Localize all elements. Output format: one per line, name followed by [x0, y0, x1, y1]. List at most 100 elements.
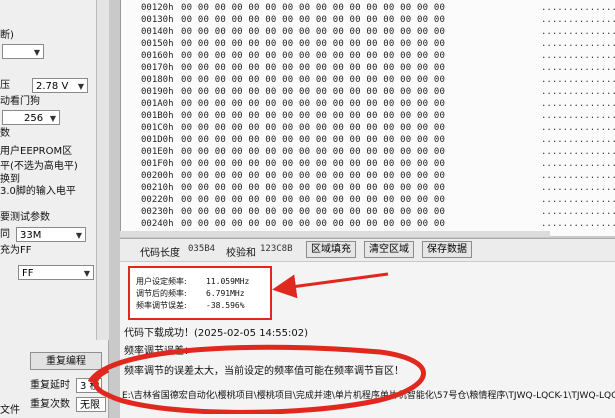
hex-row-bytes[interactable]: 00 00 00 00 00 00 00 00 00 00 00 00 00 0… — [181, 170, 445, 182]
hex-row[interactable]: 00170h 00 00 00 00 00 00 00 00 00 00 00 0… — [121, 62, 615, 74]
hex-row[interactable]: 001D0h 00 00 00 00 00 00 00 00 00 00 00 0… — [121, 134, 615, 146]
hex-row[interactable]: 00230h 00 00 00 00 00 00 00 00 00 00 00 0… — [121, 206, 615, 218]
hex-row-bytes[interactable]: 00 00 00 00 00 00 00 00 00 00 00 00 00 0… — [181, 122, 445, 134]
hex-row-address: 00220h — [141, 195, 174, 205]
hex-row-address: 001D0h — [141, 135, 174, 145]
hex-row-bytes[interactable]: 00 00 00 00 00 00 00 00 00 00 00 00 00 0… — [181, 194, 445, 206]
label-test-params: 要测试参数 — [0, 212, 50, 223]
repeat-delay-label: 重复延时 — [30, 380, 70, 391]
hex-row[interactable]: 001F0h 00 00 00 00 00 00 00 00 00 00 00 0… — [121, 158, 615, 170]
hex-row-bytes[interactable]: 00 00 00 00 00 00 00 00 00 00 00 00 00 0… — [181, 98, 445, 110]
hex-row-bytes[interactable]: 00 00 00 00 00 00 00 00 00 00 00 00 00 0… — [181, 14, 445, 26]
hex-row[interactable]: 00220h 00 00 00 00 00 00 00 00 00 00 00 0… — [121, 194, 615, 206]
hex-row-ascii: ................ — [541, 27, 615, 37]
frequency-select[interactable]: 33M ▼ — [16, 227, 86, 242]
hex-row-bytes[interactable]: 00 00 00 00 00 00 00 00 00 00 00 00 00 0… — [181, 182, 445, 194]
hex-row[interactable]: 00210h 00 00 00 00 00 00 00 00 00 00 00 0… — [121, 182, 615, 194]
hex-row-address: 00130h — [141, 15, 174, 25]
hex-row-address: 00150h — [141, 39, 174, 49]
hex-row-ascii: ................ — [541, 159, 615, 169]
hex-row[interactable]: 00200h 00 00 00 00 00 00 00 00 00 00 00 0… — [121, 170, 615, 182]
label-same: 同 — [0, 229, 10, 240]
hex-row-ascii: ................ — [541, 3, 615, 13]
watchdog-value: 256 — [24, 113, 44, 124]
label-input-level: 3.0脚的输入电平 — [0, 186, 76, 197]
hex-row-ascii: ................ — [541, 15, 615, 25]
fill-value: FF — [22, 268, 34, 279]
hex-row[interactable]: 001C0h 00 00 00 00 00 00 00 00 00 00 00 0… — [121, 122, 615, 134]
hex-row[interactable]: 00150h 00 00 00 00 00 00 00 00 00 00 00 0… — [121, 38, 615, 50]
hex-row-bytes[interactable]: 00 00 00 00 00 00 00 00 00 00 00 00 00 0… — [181, 38, 445, 50]
hex-row-ascii: ................ — [541, 75, 615, 85]
hex-row-ascii: ................ — [541, 195, 615, 205]
hex-row-bytes[interactable]: 00 00 00 00 00 00 00 00 00 00 00 00 00 0… — [181, 206, 445, 218]
label-disconnect: 断) — [0, 30, 14, 41]
left-scrollbar[interactable] — [96, 0, 109, 340]
voltage-select[interactable]: 2.78 V ▼ — [32, 78, 88, 93]
hex-row-bytes[interactable]: 00 00 00 00 00 00 00 00 00 00 00 00 00 0… — [181, 86, 445, 98]
hex-row-bytes[interactable]: 00 00 00 00 00 00 00 00 00 00 00 00 00 0… — [181, 218, 445, 230]
hex-row-bytes[interactable]: 00 00 00 00 00 00 00 00 00 00 00 00 00 0… — [181, 146, 445, 158]
code-length-value: 035B4 — [188, 244, 216, 254]
hex-row-bytes[interactable]: 00 00 00 00 00 00 00 00 00 00 00 00 00 0… — [181, 110, 445, 122]
hex-row-bytes[interactable]: 00 00 00 00 00 00 00 00 00 00 00 00 00 0… — [181, 2, 445, 14]
hex-row-ascii: ................ — [541, 171, 615, 181]
hex-row[interactable]: 00180h 00 00 00 00 00 00 00 00 00 00 00 0… — [121, 74, 615, 86]
clear-area-button[interactable]: 清空区域 — [364, 241, 414, 258]
voltage-value: 2.78 V — [36, 81, 69, 92]
checksum-value: 123C8B — [260, 244, 293, 254]
hex-row-address: 00140h — [141, 27, 174, 37]
label-number: 数 — [0, 128, 10, 139]
download-success-message: 代码下载成功！(2025-02-05 14:55:02) — [124, 328, 309, 339]
hex-row[interactable]: 001A0h 00 00 00 00 00 00 00 00 00 00 00 0… — [121, 98, 615, 110]
user-freq-label: 用户设定频率: — [136, 277, 187, 286]
user-freq-value: 11.059MHz — [206, 277, 250, 286]
hex-row-bytes[interactable]: 00 00 00 00 00 00 00 00 00 00 00 00 00 0… — [181, 74, 445, 86]
hex-row[interactable]: 001E0h 00 00 00 00 00 00 00 00 00 00 00 0… — [121, 146, 615, 158]
label-replace: 换到 — [0, 174, 20, 185]
hex-row-ascii: ................ — [541, 39, 615, 49]
hex-row-address: 001C0h — [141, 123, 174, 133]
hex-row-address: 00120h — [141, 3, 174, 13]
chevron-down-icon: ▼ — [33, 48, 40, 57]
hex-row[interactable]: 00190h 00 00 00 00 00 00 00 00 00 00 00 0… — [121, 86, 615, 98]
frequency-value: 33M — [20, 230, 42, 241]
buffer-toolbar: 代码长度 035B4 校验和 123C8B 区域填充 清空区域 保存数据 — [120, 238, 615, 261]
hex-row-address: 001B0h — [141, 111, 174, 121]
watchdog-select[interactable]: 256 ▼ — [2, 110, 60, 125]
hex-row[interactable]: 00130h 00 00 00 00 00 00 00 00 00 00 00 0… — [121, 14, 615, 26]
hex-row-address: 00160h — [141, 51, 174, 61]
repeat-count-label: 重复次数 — [30, 399, 70, 410]
hex-row-address: 00240h — [141, 219, 174, 229]
hex-row-ascii: ................ — [541, 111, 615, 121]
hex-row[interactable]: 001B0h 00 00 00 00 00 00 00 00 00 00 00 0… — [121, 110, 615, 122]
hex-row[interactable]: 00140h 00 00 00 00 00 00 00 00 00 00 00 0… — [121, 26, 615, 38]
label-level: 平(不选为高电平) — [0, 161, 78, 172]
hex-row[interactable]: 00240h 00 00 00 00 00 00 00 00 00 00 00 0… — [121, 218, 615, 230]
annotation-arrow-icon — [272, 272, 389, 299]
hex-row-address: 00200h — [141, 171, 174, 181]
hex-row-bytes[interactable]: 00 00 00 00 00 00 00 00 00 00 00 00 00 0… — [181, 158, 445, 170]
hex-row-bytes[interactable]: 00 00 00 00 00 00 00 00 00 00 00 00 00 0… — [181, 134, 445, 146]
chevron-down-icon: ▼ — [77, 82, 84, 91]
hex-row-bytes[interactable]: 00 00 00 00 00 00 00 00 00 00 00 00 00 0… — [181, 26, 445, 38]
save-data-button[interactable]: 保存数据 — [422, 241, 472, 258]
hex-row-ascii: ................ — [541, 183, 615, 193]
hex-buffer-view[interactable]: 00120h 00 00 00 00 00 00 00 00 00 00 00 0… — [120, 0, 615, 236]
hex-row-bytes[interactable]: 00 00 00 00 00 00 00 00 00 00 00 00 00 0… — [181, 62, 445, 74]
tuned-freq-label: 调节后的频率: — [136, 289, 187, 298]
label-watchdog: 动看门狗 — [0, 96, 40, 107]
hex-row-bytes[interactable]: 00 00 00 00 00 00 00 00 00 00 00 00 00 0… — [181, 50, 445, 62]
hex-row[interactable]: 00160h 00 00 00 00 00 00 00 00 00 00 00 0… — [121, 50, 615, 62]
hex-row-ascii: ................ — [541, 51, 615, 61]
hex-row[interactable]: 00120h 00 00 00 00 00 00 00 00 00 00 00 0… — [121, 2, 615, 14]
hex-row-address: 00170h — [141, 63, 174, 73]
hex-horizontal-scrollbar[interactable] — [120, 231, 550, 237]
tuned-freq-value: 6.791MHz — [206, 289, 245, 298]
mode-select[interactable]: ▼ — [2, 44, 44, 59]
fill-value-select[interactable]: FF ▼ — [18, 265, 94, 280]
fill-area-button[interactable]: 区域填充 — [306, 241, 356, 258]
hex-row-ascii: ................ — [541, 87, 615, 97]
chevron-down-icon: ▼ — [49, 114, 56, 123]
frequency-result-box: 用户设定频率: 11.059MHz 调节后的频率: 6.791MHz 频率调节误… — [128, 266, 272, 320]
